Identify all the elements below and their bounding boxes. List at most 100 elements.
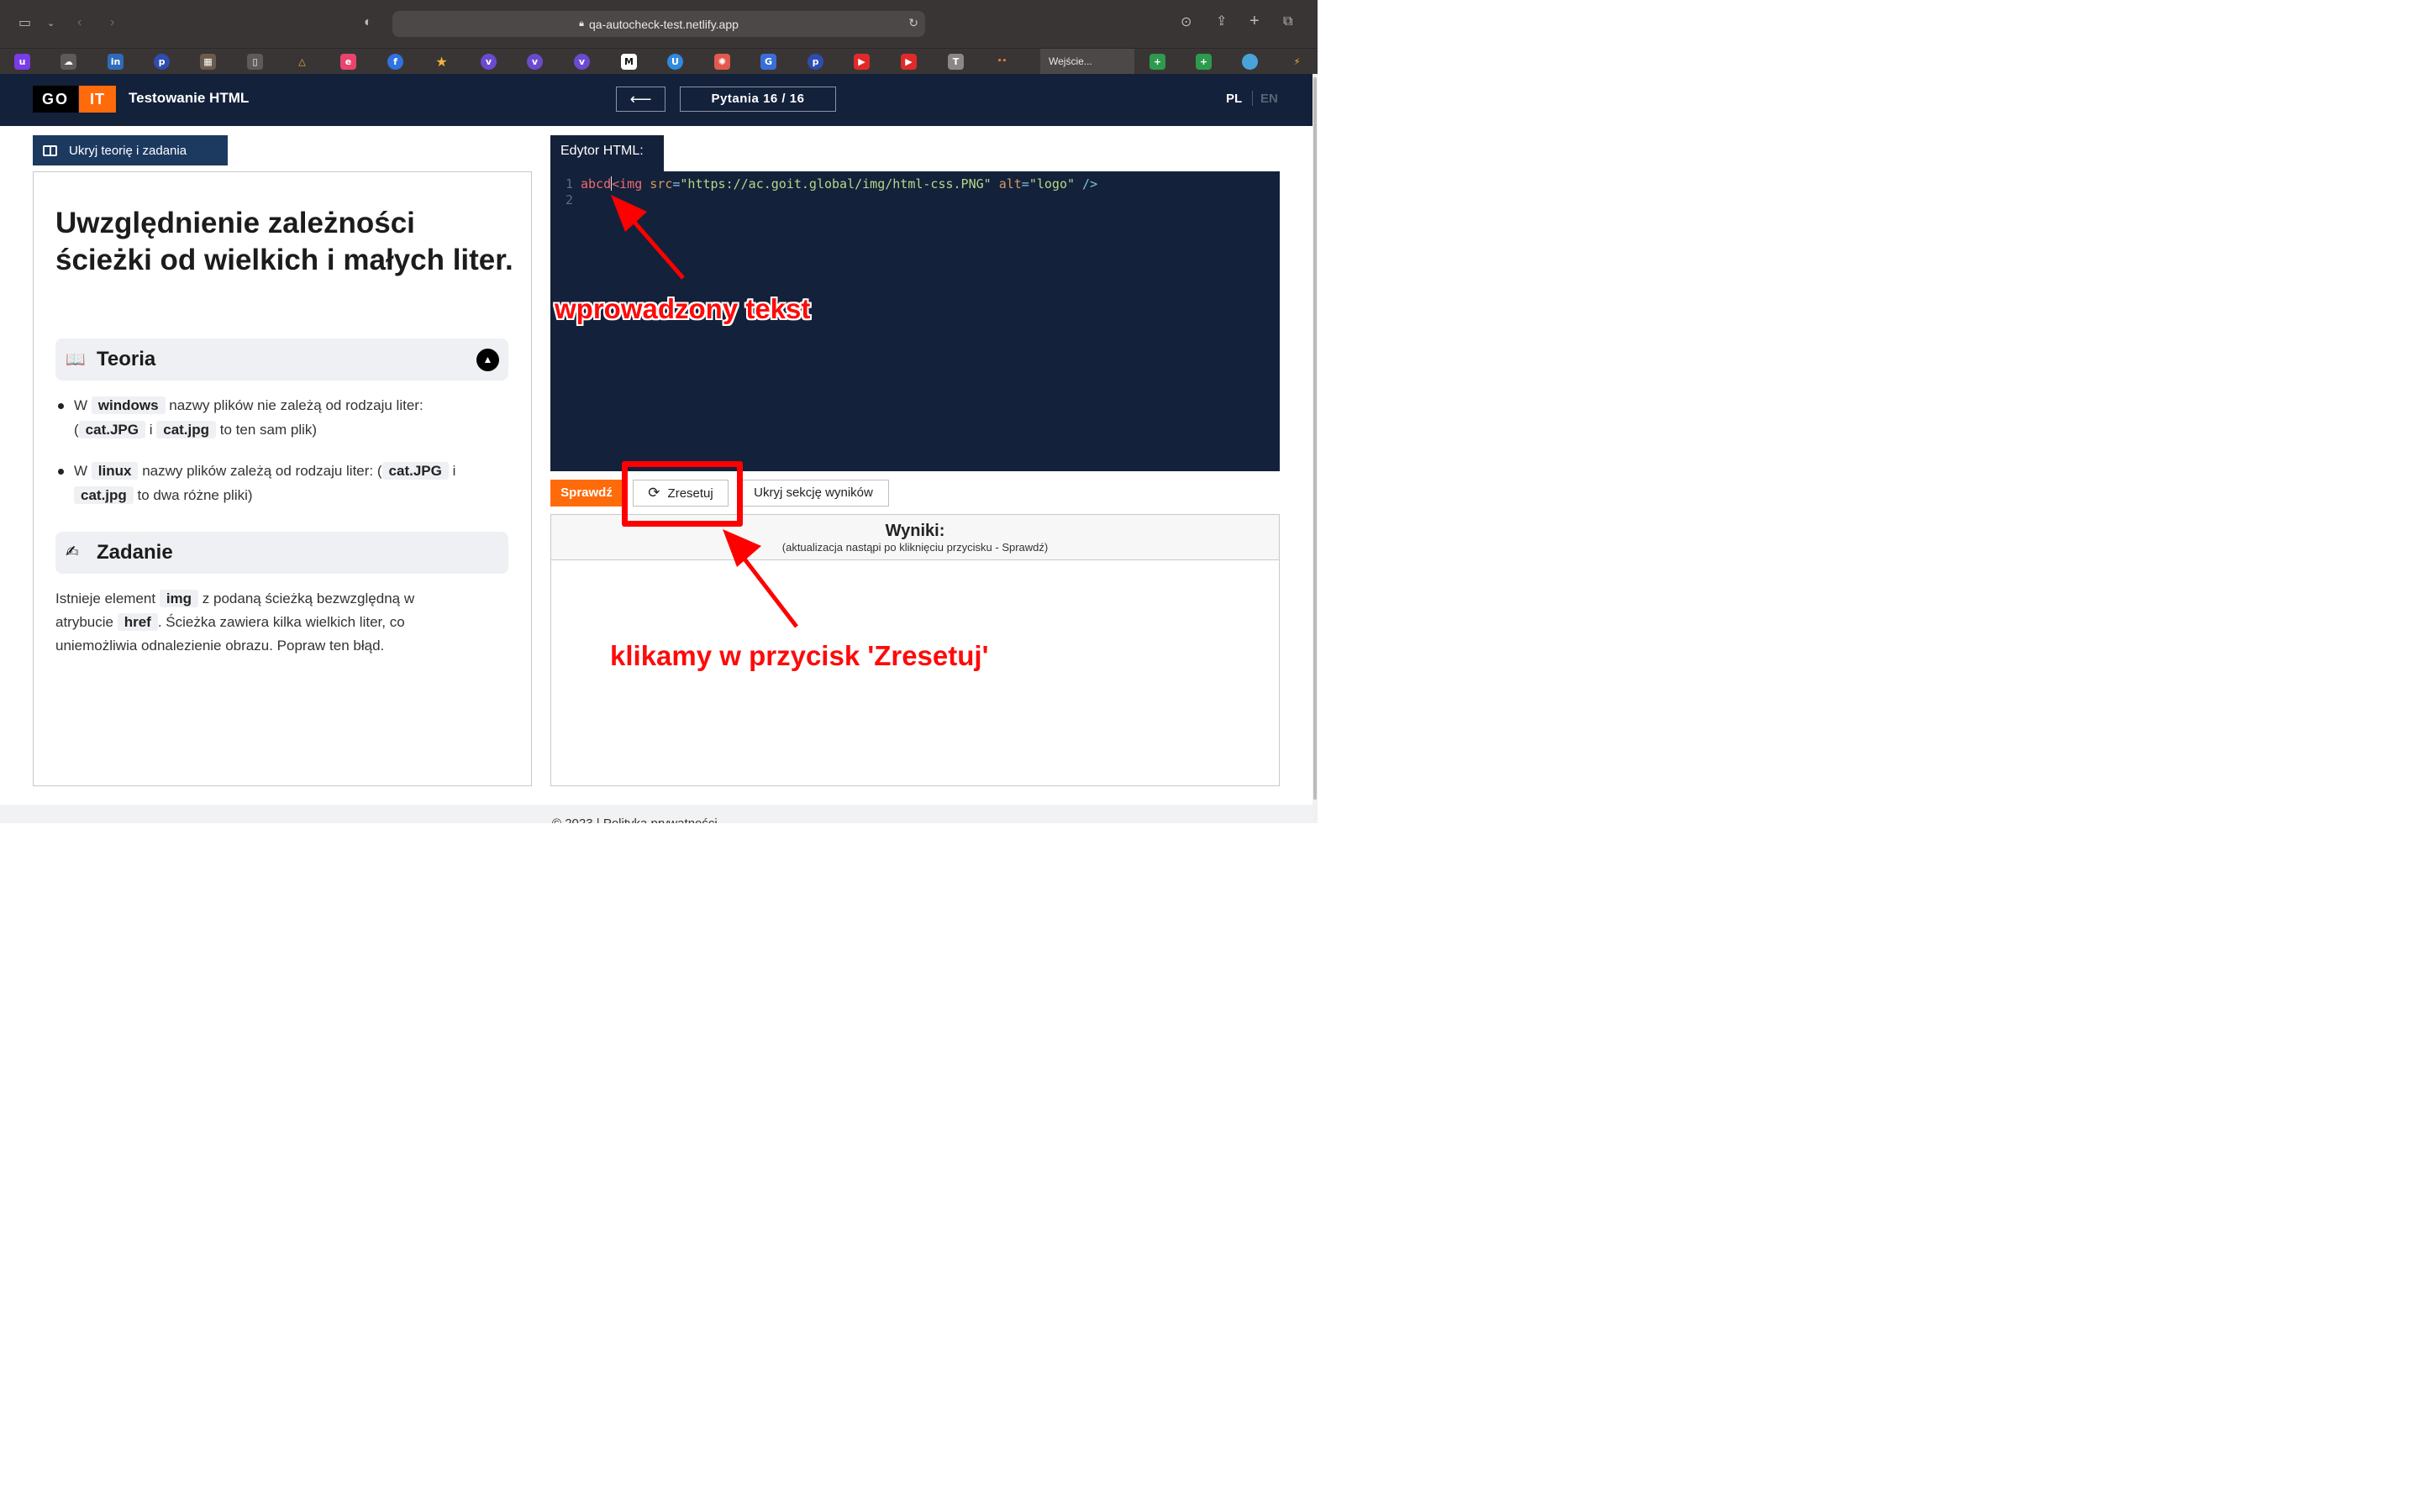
bookmark-icon[interactable]: ⚡ [1289, 54, 1305, 70]
line-number: 2 [566, 192, 574, 207]
share-icon[interactable]: ⇪ [1216, 13, 1227, 30]
bookmark-icon[interactable]: v [574, 54, 590, 70]
code-img: img [159, 590, 199, 607]
app-title: Testowanie HTML [129, 90, 250, 106]
chevron-up-icon[interactable]: ▲ [476, 349, 499, 371]
code-cat-lower: cat.jpg [74, 486, 134, 504]
text: to dwa różne pliki) [137, 486, 253, 503]
book-icon: 📖 [66, 350, 86, 369]
editor-tab: Edytor HTML: [550, 135, 664, 172]
bookmark-icon[interactable]: G [760, 54, 776, 70]
text: . Ścieżka zawiera kilka wielkich liter, … [157, 614, 405, 630]
typed-text: abcd [581, 176, 612, 192]
bookmark-icon[interactable]: M [621, 54, 637, 70]
results-subtitle: (aktualizacja nastąpi po kliknięciu przy… [781, 541, 1049, 554]
logo-go: GO [33, 86, 78, 113]
bookmark-icon[interactable]: ▯ [247, 54, 263, 70]
bookmark-icon[interactable]: p [154, 54, 170, 70]
new-tab-icon[interactable]: + [1249, 13, 1260, 29]
text: to ten sam plik) [219, 421, 318, 438]
text: ( [74, 421, 79, 438]
bookmarks-bar: u ☁ in p ▦ ▯ △ e f ★ v v v M U ✺ G p ▶ ▶… [0, 48, 1318, 75]
code-href: href [117, 613, 158, 631]
bookmark-icon[interactable]: f [387, 54, 403, 70]
question-counter[interactable]: Pytania 16 / 16 [680, 87, 836, 112]
code-attr-alt: alt [998, 176, 1022, 192]
text: uniemożliwia odnalezienie obrazu. Popraw… [55, 638, 385, 654]
task-title: Zadanie [97, 541, 173, 564]
reload-icon[interactable]: ↻ [908, 16, 918, 30]
footer-text: © 2023 | Polityka prywatności [552, 816, 718, 823]
hide-theory-button[interactable]: Ukryj teorię i zadania [33, 135, 228, 165]
check-button[interactable]: Sprawdź [550, 480, 623, 507]
back-icon[interactable]: ‹ [77, 14, 82, 31]
bookmark-icon[interactable]: u [14, 54, 30, 70]
lang-pl-button[interactable]: PL [1226, 92, 1242, 106]
bookmark-icon[interactable]: ▦ [200, 54, 216, 70]
scrollbar-thumb[interactable] [1313, 77, 1317, 800]
tab-label: Wejście... [1049, 55, 1092, 67]
bookmark-icon[interactable] [1242, 54, 1258, 70]
code-tag-close: /> [1082, 176, 1098, 192]
book-open-icon [43, 144, 57, 156]
bookmark-icon[interactable]: ☁ [60, 54, 76, 70]
bookmark-icon[interactable]: ▶ [854, 54, 870, 70]
task-heading: Uwzględnienie zależności ścieżki od wiel… [55, 207, 513, 276]
text: W [74, 397, 88, 413]
download-icon[interactable]: ⊙ [1181, 14, 1192, 31]
bookmark-icon[interactable]: + [1150, 54, 1165, 70]
shield-icon[interactable]: ◐ [364, 14, 372, 31]
tab-active[interactable]: Wejście... [1040, 49, 1134, 75]
text: i [452, 463, 456, 479]
text: nazwy plików nie zależą od rodzaju liter… [169, 397, 424, 413]
pen-icon: ✍ [66, 543, 79, 561]
bookmark-icon[interactable]: v [481, 54, 497, 70]
bookmark-icon[interactable]: •• [994, 54, 1010, 70]
forward-icon[interactable]: › [110, 14, 114, 31]
bookmark-icon[interactable]: in [108, 54, 124, 70]
text: W [74, 463, 88, 479]
task-description: Istnieje element img z podaną ścieżką be… [55, 587, 509, 658]
code-windows: windows [91, 396, 166, 414]
bookmark-icon[interactable]: ▶ [901, 54, 917, 70]
bookmark-icon[interactable]: ★ [434, 54, 450, 70]
code-attr-src: src [650, 176, 673, 192]
task-section-header: ✍ Zadanie [55, 532, 508, 574]
browser-toolbar: ▭ ⌄ ‹ › ◐ 🔒︎ qa-autocheck-test.netlify.a… [0, 0, 1318, 48]
bookmark-icon[interactable]: ✺ [714, 54, 730, 70]
hide-theory-label: Ukryj teorię i zadania [69, 143, 187, 158]
code-alt-value: "logo" [1028, 176, 1076, 192]
bookmark-icon[interactable]: + [1196, 54, 1212, 70]
chevron-down-icon[interactable]: ⌄ [47, 15, 55, 32]
code-cat-upper: cat.JPG [381, 462, 449, 480]
bookmark-icon[interactable]: v [527, 54, 543, 70]
bookmark-icon[interactable]: p [808, 54, 823, 70]
back-button[interactable]: ⟵ [616, 87, 666, 112]
logo-it: IT [79, 86, 116, 113]
hide-results-button[interactable]: Ukryj sekcję wyników [738, 480, 889, 507]
code-line-1[interactable]: abcd<img src="https://ac.goit.global/img… [581, 176, 1097, 192]
line-number: 1 [566, 176, 574, 192]
bookmark-icon[interactable]: △ [294, 54, 310, 70]
bookmark-icon[interactable]: U [667, 54, 683, 70]
sidebar-icon[interactable]: ▭ [18, 15, 31, 32]
theory-title: Teoria [97, 348, 156, 370]
bookmark-icon[interactable]: T [948, 54, 964, 70]
code-cat-upper: cat.JPG [78, 420, 145, 438]
annotation-entered-text: wprowadzony tekst [555, 293, 811, 324]
tabs-overview-icon[interactable]: ⧉ [1283, 13, 1292, 30]
theory-bullet-linux: W linux nazwy plików zależą od rodzaju l… [55, 459, 501, 507]
lang-en-button[interactable]: EN [1260, 92, 1278, 106]
text: z podaną ścieżką bezwzględną w [202, 591, 415, 606]
theory-bullet-windows: W windows nazwy plików nie zależą od rod… [55, 394, 501, 442]
text: nazwy plików zależą od rodzaju liter: ( [142, 463, 382, 479]
annotation-highlight-box [622, 461, 743, 527]
theory-section-header[interactable]: 📖 Teoria ▲ [55, 339, 508, 381]
annotation-click-reset: klikamy w przycisk 'Zresetuj' [610, 640, 989, 671]
page-scrollbar[interactable] [1313, 74, 1318, 823]
code-tag-open: <img [612, 176, 643, 192]
address-bar[interactable]: 🔒︎ qa-autocheck-test.netlify.app ↻ [392, 11, 925, 37]
bookmark-icon[interactable]: e [340, 54, 356, 70]
lock-icon: 🔒︎ [579, 18, 584, 29]
code-src-value: "https://ac.goit.global/img/html-css.PNG… [680, 176, 992, 192]
